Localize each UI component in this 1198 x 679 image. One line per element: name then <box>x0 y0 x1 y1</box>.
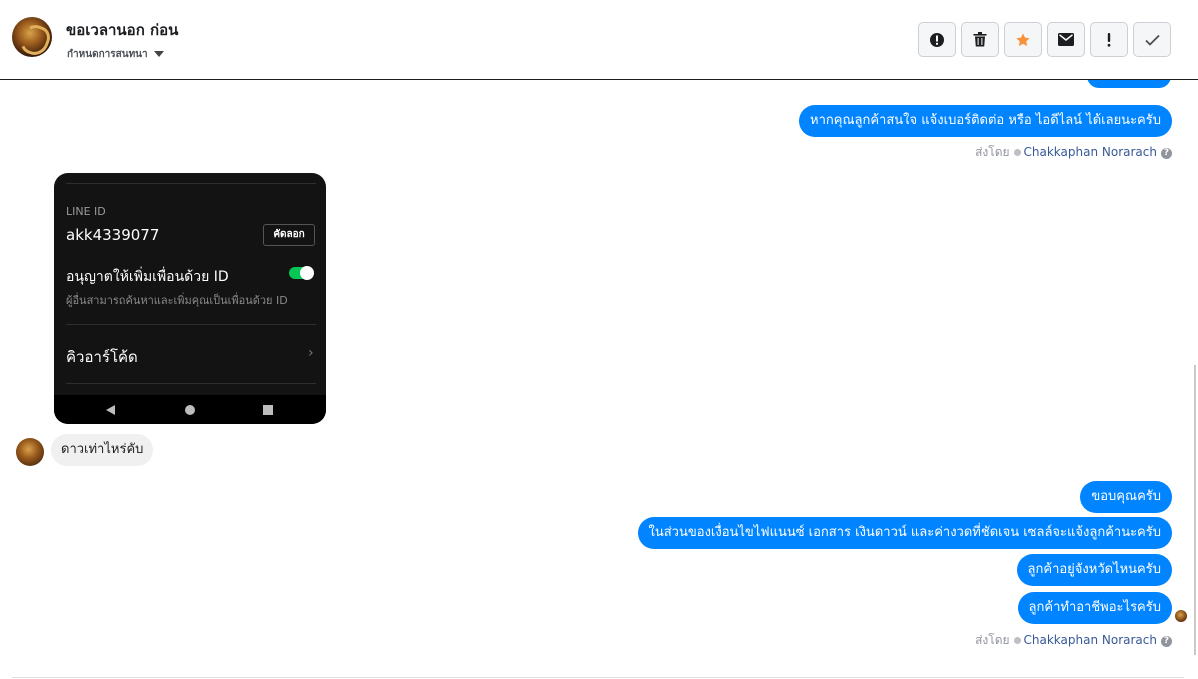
conversation-header: ขอเวลานอก ก่อน กำหนดการสนทนา <box>0 0 1198 80</box>
outgoing-message[interactable]: ในส่วนของเงื่อนไขไฟแนนซ์ เอกสาร เงินดาวน… <box>637 517 1172 549</box>
help-icon[interactable]: ? <box>1161 148 1172 159</box>
agent-name-link[interactable]: Chakkaphan Norarach <box>1024 633 1157 647</box>
sent-by-label: ส่งโดย Chakkaphan Norarach? <box>975 143 1172 162</box>
scrollbar[interactable] <box>1194 365 1196 655</box>
envelope-icon <box>1058 33 1074 46</box>
agent-name-link[interactable]: Chakkaphan Norarach <box>1024 145 1157 159</box>
outgoing-message[interactable]: หากคุณลูกค้าสนใจ แจ้งเบอร์ติดต่อ หรือ ไอ… <box>799 105 1172 137</box>
header-toolbar <box>918 22 1171 57</box>
allow-add-by-id-desc: ผู้อื่นสามารถค้นหาและเพิ่มคุณเป็นเพื่อนด… <box>66 294 288 307</box>
outgoing-message[interactable]: ขอบคุณครับ <box>1080 481 1172 513</box>
caret-down-icon <box>153 51 164 57</box>
exclamation-icon <box>1107 32 1111 47</box>
sent-by-prefix: ส่งโดย <box>975 145 1010 159</box>
checkmark-icon <box>1144 34 1160 46</box>
read-receipt-avatar <box>1175 610 1187 622</box>
recents-square-icon <box>263 405 273 415</box>
contact-avatar-small[interactable] <box>16 438 44 466</box>
divider <box>66 183 316 184</box>
sent-by-prefix: ส่งโดย <box>975 633 1010 647</box>
agent-dot-icon <box>1013 637 1021 644</box>
composer-divider <box>12 677 1184 678</box>
alert-circle-icon <box>930 32 944 47</box>
qr-code-label: คิวอาร์โค้ด <box>66 348 138 366</box>
allow-add-toggle <box>289 266 314 280</box>
agent-dot-icon <box>1013 149 1021 156</box>
trash-icon <box>973 32 987 47</box>
star-icon <box>1016 32 1030 46</box>
chevron-right-icon: › <box>308 345 314 361</box>
incoming-message[interactable]: ดาวเท่าไหร่คับ <box>51 434 154 466</box>
divider <box>66 324 316 325</box>
outgoing-message[interactable]: ลูกค้าอยู่จังหวัดไหนครับ <box>1016 554 1172 586</box>
conversation-label-dropdown[interactable]: กำหนดการสนทนา <box>67 47 164 62</box>
report-button[interactable] <box>918 22 956 57</box>
back-triangle-icon <box>106 405 115 415</box>
line-id-label: LINE ID <box>66 205 106 218</box>
delete-button[interactable] <box>961 22 999 57</box>
sent-by-label: ส่งโดย Chakkaphan Norarach? <box>975 631 1172 650</box>
copy-button: คัดลอก <box>263 224 315 246</box>
conversation-label-text: กำหนดการสนทนา <box>67 49 148 60</box>
home-circle-icon <box>185 405 195 415</box>
allow-add-by-id-title: อนุญาตให้เพิ่มเพื่อนด้วย ID <box>66 269 229 285</box>
star-button[interactable] <box>1004 22 1042 57</box>
done-button[interactable] <box>1133 22 1171 57</box>
message-thread[interactable]: หากคุณลูกค้าสนใจ แจ้งเบอร์ติดต่อ หรือ ไอ… <box>0 80 1198 679</box>
important-button[interactable] <box>1090 22 1128 57</box>
mail-button[interactable] <box>1047 22 1085 57</box>
shared-image-line-profile[interactable]: LINE ID akk4339077 คัดลอก อนุญาตให้เพิ่ม… <box>54 173 326 424</box>
outgoing-message-partial[interactable] <box>1087 80 1171 88</box>
contact-name[interactable]: ขอเวลานอก ก่อน <box>66 18 178 42</box>
contact-avatar[interactable] <box>12 17 52 57</box>
android-nav-bar <box>54 395 326 424</box>
outgoing-message[interactable]: ลูกค้าทำอาชีพอะไรครับ <box>1017 592 1172 624</box>
line-id-value: akk4339077 <box>66 226 160 244</box>
divider <box>66 383 316 384</box>
help-icon[interactable]: ? <box>1161 636 1172 647</box>
